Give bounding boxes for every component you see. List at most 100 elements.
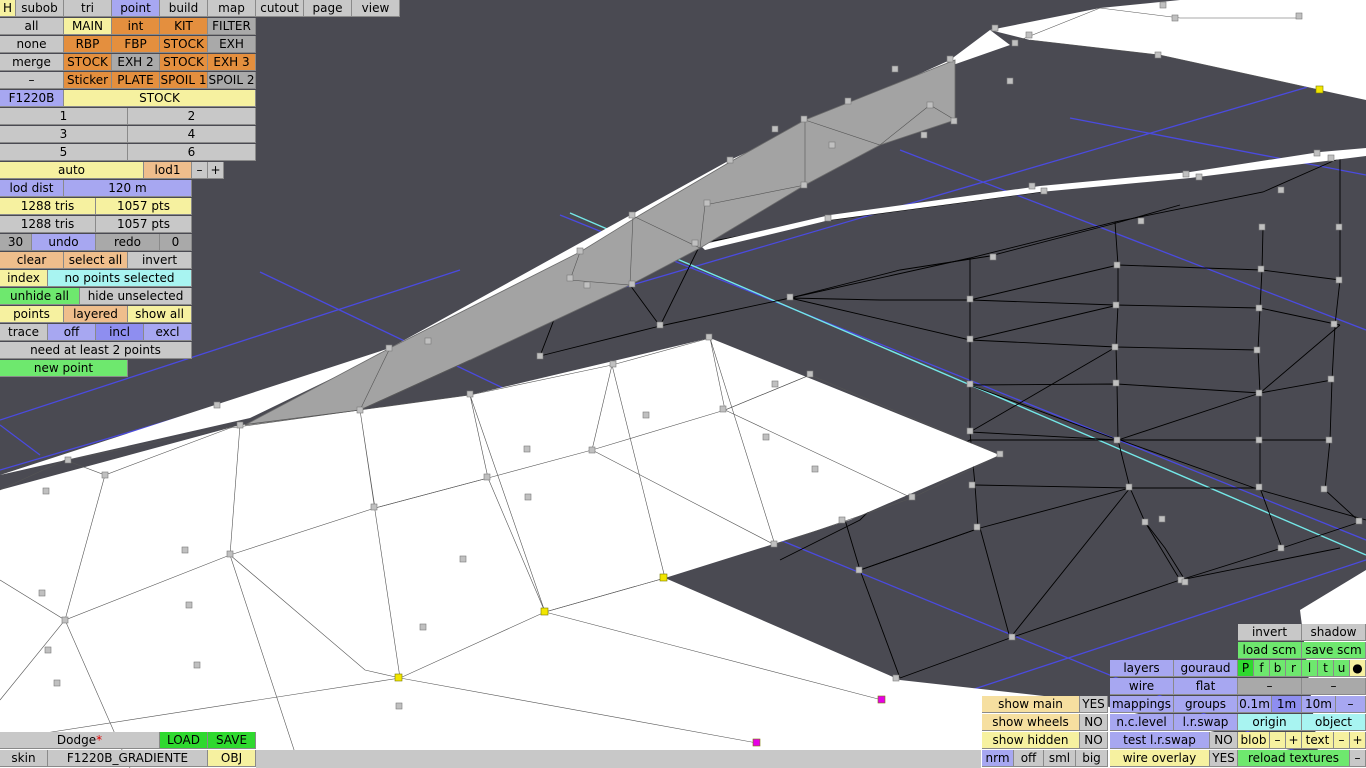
flag-p[interactable]: P xyxy=(1238,660,1254,677)
select-all-parts[interactable]: all xyxy=(0,18,64,35)
flag-u[interactable]: u xyxy=(1334,660,1350,677)
wire-button[interactable]: wire xyxy=(1110,678,1174,695)
merge-button[interactable]: merge xyxy=(0,54,64,71)
gouraud-button[interactable]: gouraud xyxy=(1174,660,1238,677)
step-1m-button[interactable]: 1m xyxy=(1272,696,1302,713)
part-spoil-2[interactable]: SPOIL 2 xyxy=(208,72,256,89)
step-0-1m-button[interactable]: 0.1m xyxy=(1238,696,1272,713)
lr-swap-button[interactable]: l.r.swap xyxy=(1174,714,1238,731)
trace-incl-button[interactable]: incl xyxy=(96,324,144,341)
part-main[interactable]: MAIN xyxy=(64,18,112,35)
slot-3[interactable]: 3 xyxy=(0,126,128,143)
step-minus-button[interactable]: – xyxy=(1336,696,1366,713)
menu-point[interactable]: point xyxy=(112,0,160,17)
part-filter[interactable]: FILTER xyxy=(208,18,256,35)
part-exh-2[interactable]: EXH 2 xyxy=(112,54,160,71)
menu-subob[interactable]: subob xyxy=(16,0,64,17)
off-button[interactable]: off xyxy=(1014,750,1044,767)
blob-minus-button[interactable]: – xyxy=(1270,732,1286,749)
new-point-button[interactable]: new point xyxy=(0,360,128,377)
object-part[interactable]: STOCK xyxy=(64,90,256,107)
invert-selection-button[interactable]: invert xyxy=(128,252,192,269)
part-plate[interactable]: PLATE xyxy=(112,72,160,89)
reload-textures-button[interactable]: reload textures xyxy=(1238,750,1350,767)
step-10m-button[interactable]: 10m xyxy=(1302,696,1336,713)
skin-name[interactable]: F1220B_GRADIENTE xyxy=(48,750,208,767)
show-wheels-value[interactable]: NO xyxy=(1080,714,1108,731)
object-button[interactable]: object xyxy=(1302,714,1366,731)
index-button[interactable]: index xyxy=(0,270,48,287)
groups-button[interactable]: groups xyxy=(1174,696,1238,713)
part-stock-1[interactable]: STOCK xyxy=(160,36,208,53)
lod-level[interactable]: lod1 xyxy=(144,162,192,179)
load-scm-button[interactable]: load scm xyxy=(1238,642,1302,659)
menu-h[interactable]: H xyxy=(0,0,16,17)
wire-overlay-button[interactable]: wire overlay xyxy=(1110,750,1210,767)
trace-off-button[interactable]: off xyxy=(48,324,96,341)
menu-tri[interactable]: tri xyxy=(64,0,112,17)
object-name[interactable]: F1220B xyxy=(0,90,64,107)
show-hidden-toggle[interactable]: show hidden xyxy=(982,732,1080,749)
dash-button-1[interactable]: – xyxy=(1238,678,1302,695)
flag-f[interactable]: f xyxy=(1254,660,1270,677)
redo-button[interactable]: redo xyxy=(96,234,160,251)
dash-button-2[interactable]: – xyxy=(1302,678,1366,695)
part-kit[interactable]: KIT xyxy=(160,18,208,35)
flag-t[interactable]: t xyxy=(1318,660,1334,677)
trace-excl-button[interactable]: excl xyxy=(144,324,192,341)
part-spoil-1[interactable]: SPOIL 1 xyxy=(160,72,208,89)
part-fbp[interactable]: FBP xyxy=(112,36,160,53)
slot-6[interactable]: 6 xyxy=(128,144,256,161)
part-rbp[interactable]: RBP xyxy=(64,36,112,53)
part-int[interactable]: int xyxy=(112,18,160,35)
slot-2[interactable]: 2 xyxy=(128,108,256,125)
lod-mode[interactable]: auto xyxy=(0,162,144,179)
menu-map[interactable]: map xyxy=(208,0,256,17)
sml-button[interactable]: sml xyxy=(1044,750,1076,767)
nrm-button[interactable]: nrm xyxy=(982,750,1014,767)
flat-button[interactable]: flat xyxy=(1174,678,1238,695)
flag-l[interactable]: l xyxy=(1302,660,1318,677)
undo-button[interactable]: undo xyxy=(32,234,96,251)
part-stock-3[interactable]: STOCK xyxy=(160,54,208,71)
menu-page[interactable]: page xyxy=(304,0,352,17)
lod-plus-button[interactable]: + xyxy=(208,162,224,179)
dot-icon[interactable]: ● xyxy=(1350,660,1366,677)
menu-view[interactable]: view xyxy=(352,0,400,17)
shadow-button[interactable]: shadow xyxy=(1302,624,1366,641)
wire-overlay-value[interactable]: YES xyxy=(1210,750,1238,767)
hide-unselected-button[interactable]: hide unselected xyxy=(80,288,192,305)
menu-build[interactable]: build xyxy=(160,0,208,17)
part-sticker[interactable]: Sticker xyxy=(64,72,112,89)
big-button[interactable]: big xyxy=(1076,750,1108,767)
blob-plus-button[interactable]: + xyxy=(1286,732,1302,749)
load-button[interactable]: LOAD xyxy=(160,732,208,749)
slot-5[interactable]: 5 xyxy=(0,144,128,161)
show-main-value[interactable]: YES xyxy=(1080,696,1108,713)
save-scm-button[interactable]: save scm xyxy=(1302,642,1366,659)
show-all-button[interactable]: show all xyxy=(128,306,192,323)
invert-button[interactable]: invert xyxy=(1238,624,1302,641)
flag-b[interactable]: b xyxy=(1270,660,1286,677)
lod-minus-button[interactable]: – xyxy=(192,162,208,179)
save-button[interactable]: SAVE xyxy=(208,732,256,749)
blob-button[interactable]: blob xyxy=(1238,732,1270,749)
menu-cutout[interactable]: cutout xyxy=(256,0,304,17)
origin-button[interactable]: origin xyxy=(1238,714,1302,731)
part-stock-2[interactable]: STOCK xyxy=(64,54,112,71)
unhide-all-button[interactable]: unhide all xyxy=(0,288,80,305)
clear-button[interactable]: clear xyxy=(0,252,64,269)
select-none-parts[interactable]: none xyxy=(0,36,64,53)
mappings-button[interactable]: mappings xyxy=(1110,696,1174,713)
test-lr-swap-button[interactable]: test l.r.swap xyxy=(1110,732,1210,749)
nc-level-button[interactable]: n.c.level xyxy=(1110,714,1174,731)
layered-button[interactable]: layered xyxy=(64,306,128,323)
test-lr-swap-value[interactable]: NO xyxy=(1210,732,1238,749)
show-wheels-toggle[interactable]: show wheels xyxy=(982,714,1080,731)
slot-4[interactable]: 4 xyxy=(128,126,256,143)
layers-button[interactable]: layers xyxy=(1110,660,1174,677)
lod-dist-value[interactable]: 120 m xyxy=(64,180,192,197)
show-hidden-value[interactable]: NO xyxy=(1080,732,1108,749)
select-all-button[interactable]: select all xyxy=(64,252,128,269)
text-button[interactable]: text xyxy=(1302,732,1334,749)
